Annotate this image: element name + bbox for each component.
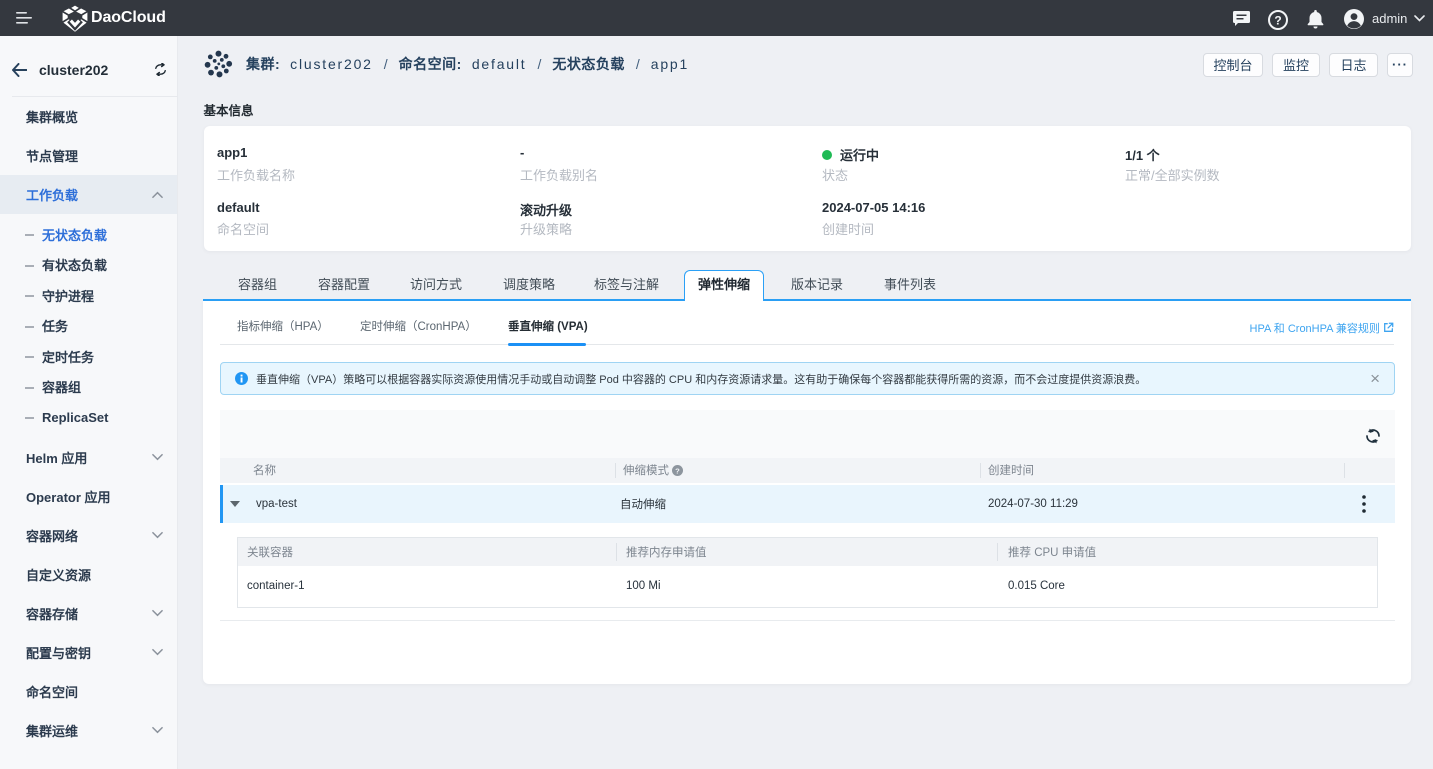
svg-text:?: ? (675, 466, 680, 475)
svg-text:?: ? (1274, 14, 1281, 28)
